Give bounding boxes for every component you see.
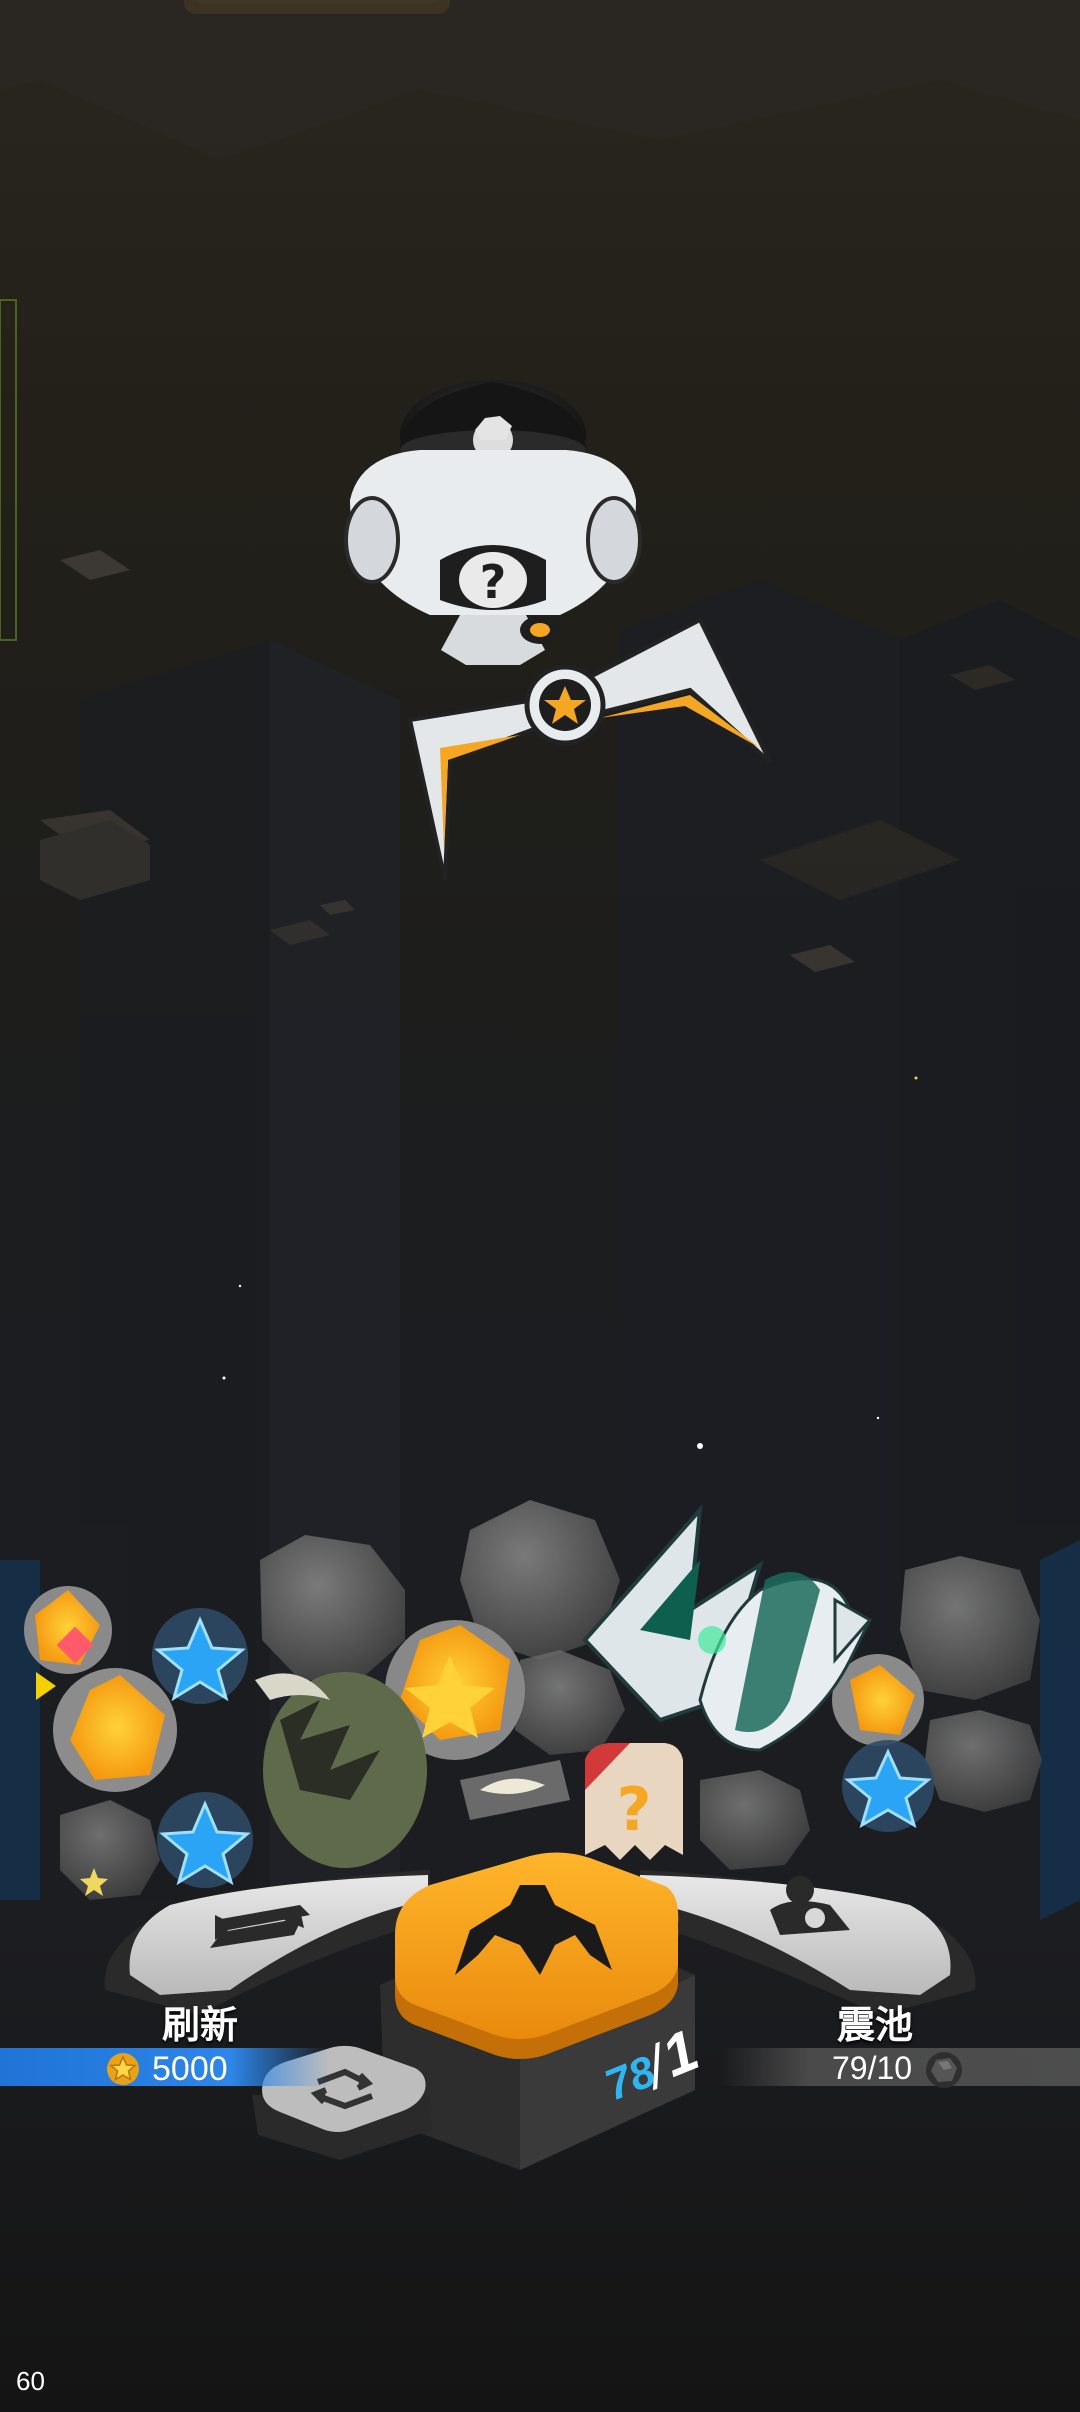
pool-label: 震池 (836, 2005, 913, 2047)
ore-stone-icon (926, 2052, 962, 2088)
fps-counter: 60 (16, 2366, 45, 2396)
coin-icon (107, 2053, 139, 2085)
refresh-label: 刷新 (161, 2005, 238, 2047)
svg-text:?: ? (480, 555, 507, 609)
svg-text:?: ? (617, 1775, 652, 1845)
refresh-cost-value: 5000 (152, 2050, 228, 2088)
pool-count-value: 79/10 (832, 2050, 913, 2086)
